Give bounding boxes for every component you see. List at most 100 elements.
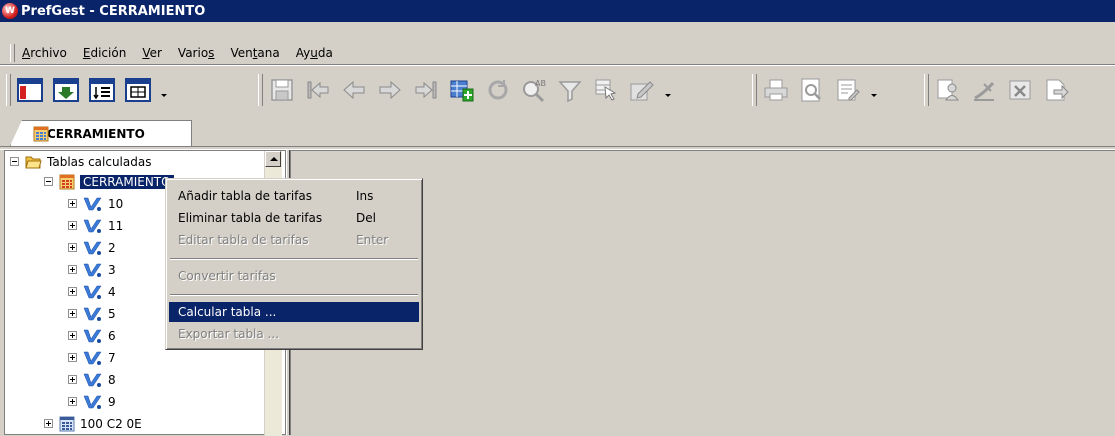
menu-edicion[interactable]: Edición	[75, 46, 134, 60]
tree-node-tariff[interactable]: 5	[68, 304, 116, 323]
tab-label: CERRAMIENTO	[47, 126, 145, 141]
tree-node-tariff[interactable]: 10	[68, 194, 123, 213]
toolbar-views	[6, 70, 169, 110]
tree-node-100-c2-0e[interactable]: 100 C2 0E	[44, 414, 142, 433]
window-icon[interactable]	[15, 75, 45, 105]
edit-doc-icon[interactable]	[969, 75, 999, 105]
tab-cerramiento[interactable]: CERRAMIENTO	[10, 120, 192, 146]
menu-item-delete-tariff-table[interactable]: Eliminar tabla de tarifas Del	[169, 208, 419, 228]
next-record-icon[interactable]	[375, 75, 405, 105]
menu-archivo[interactable]: Archivo	[14, 46, 75, 60]
menu-item-add-tariff-table[interactable]: Añadir tabla de tarifas Ins	[169, 186, 419, 206]
tree-node-label: 11	[108, 218, 124, 233]
first-record-icon[interactable]	[303, 75, 333, 105]
menu-ver[interactable]: Ver	[134, 46, 170, 60]
context-menu: Añadir tabla de tarifas Ins Eliminar tab…	[165, 178, 423, 350]
tree-node-tariff[interactable]: 7	[68, 348, 116, 367]
select-icon[interactable]	[591, 75, 621, 105]
menu-ventana[interactable]: Ventana	[222, 46, 287, 60]
toolbar-grip[interactable]	[258, 74, 263, 106]
menu-varios[interactable]: Varios	[170, 46, 223, 60]
svg-text:AB: AB	[535, 79, 546, 88]
tree-node-tariff[interactable]: 3	[68, 260, 116, 279]
calculator-table-icon	[33, 126, 49, 145]
find-icon[interactable]: AB	[519, 75, 549, 105]
grid-icon[interactable]	[123, 75, 153, 105]
menu-item-calculate-table[interactable]: Calcular tabla ...	[169, 302, 419, 322]
expand-toggle[interactable]	[68, 199, 77, 208]
expand-toggle[interactable]	[68, 221, 77, 230]
toolbar-records-dropdown[interactable]	[663, 75, 673, 105]
checkmark-v-icon	[83, 219, 102, 233]
expand-toggle[interactable]	[68, 353, 77, 362]
checkmark-v-icon	[83, 373, 102, 387]
tree-node-label: 7	[108, 350, 116, 365]
toolbar-grip[interactable]	[752, 74, 757, 106]
toolbar-views-dropdown[interactable]	[159, 75, 169, 105]
save-icon[interactable]	[267, 75, 297, 105]
checkmark-v-icon	[83, 241, 102, 255]
expand-toggle[interactable]	[68, 287, 77, 296]
delete-doc-icon[interactable]	[1005, 75, 1035, 105]
menu-bar: Archivo Edición Ver Varios Ventana Ayuda	[0, 42, 1115, 64]
add-record-icon[interactable]	[447, 75, 477, 105]
expand-toggle[interactable]	[68, 375, 77, 384]
import-icon[interactable]	[51, 75, 81, 105]
expand-toggle[interactable]	[68, 331, 77, 340]
expand-toggle[interactable]	[68, 397, 77, 406]
users-icon[interactable]	[933, 75, 963, 105]
toolbar-print	[752, 70, 879, 110]
preview-icon[interactable]	[797, 75, 827, 105]
app-logo-icon: W	[2, 3, 18, 19]
report-icon[interactable]	[833, 75, 863, 105]
tree-node-label: 3	[108, 262, 116, 277]
scroll-up-button[interactable]	[265, 151, 281, 167]
tree-node-tariff[interactable]: 11	[68, 216, 123, 235]
checkmark-v-icon	[83, 351, 102, 365]
menu-item-edit-tariff-table: Editar tabla de tarifas Enter	[178, 233, 389, 247]
menubar-grip[interactable]	[10, 44, 15, 62]
checkmark-v-icon	[83, 197, 102, 211]
calculator-table-icon	[59, 174, 75, 189]
tree-node-tariff[interactable]: 9	[68, 392, 116, 411]
toolbar-print-dropdown[interactable]	[869, 75, 879, 105]
prev-record-icon[interactable]	[339, 75, 369, 105]
expand-toggle[interactable]	[44, 419, 53, 428]
collapse-toggle[interactable]	[44, 177, 53, 186]
tab-strip: CERRAMIENTO	[0, 118, 1115, 148]
menu-separator	[0, 64, 1115, 66]
menu-ayuda[interactable]: Ayuda	[288, 46, 341, 60]
toolbar-records: AB	[258, 70, 673, 110]
expand-toggle[interactable]	[68, 243, 77, 252]
export-doc-icon[interactable]	[1041, 75, 1071, 105]
tree-node-label: 4	[108, 284, 116, 299]
tree-node-tariff[interactable]: 2	[68, 238, 116, 257]
filter-icon[interactable]	[555, 75, 585, 105]
menu-item-convert-tariffs: Convertir tarifas	[178, 269, 276, 283]
edit-icon[interactable]	[627, 75, 657, 105]
tree-node-tariff[interactable]: 4	[68, 282, 116, 301]
toolbar-grip[interactable]	[924, 74, 929, 106]
list-icon[interactable]	[87, 75, 117, 105]
checkmark-v-icon	[83, 395, 102, 409]
tree-node-tablas-calculadas[interactable]: Tablas calculadas	[10, 152, 151, 171]
tree-node-label: 6	[108, 328, 116, 343]
tree-node-label: 9	[108, 394, 116, 409]
toolbar-docs	[924, 70, 1077, 110]
window-title: PrefGest - CERRAMIENTO	[21, 3, 206, 19]
tree-node-label: 8	[108, 372, 116, 387]
tree-node-label-selected: CERRAMIENTO	[80, 174, 174, 189]
expand-toggle[interactable]	[68, 265, 77, 274]
tree-node-tariff[interactable]: 8	[68, 370, 116, 389]
last-record-icon[interactable]	[411, 75, 441, 105]
tree-node-tariff[interactable]: 6	[68, 326, 116, 345]
toolbar-grip[interactable]	[6, 74, 11, 106]
tree-node-label: 2	[108, 240, 116, 255]
checkmark-v-icon	[83, 329, 102, 343]
tree-node-label: Tablas calculadas	[47, 154, 152, 169]
refresh-icon[interactable]	[483, 75, 513, 105]
collapse-toggle[interactable]	[10, 157, 19, 166]
tree-node-cerramiento[interactable]: CERRAMIENTO	[44, 172, 174, 191]
print-icon[interactable]	[761, 75, 791, 105]
expand-toggle[interactable]	[68, 309, 77, 318]
